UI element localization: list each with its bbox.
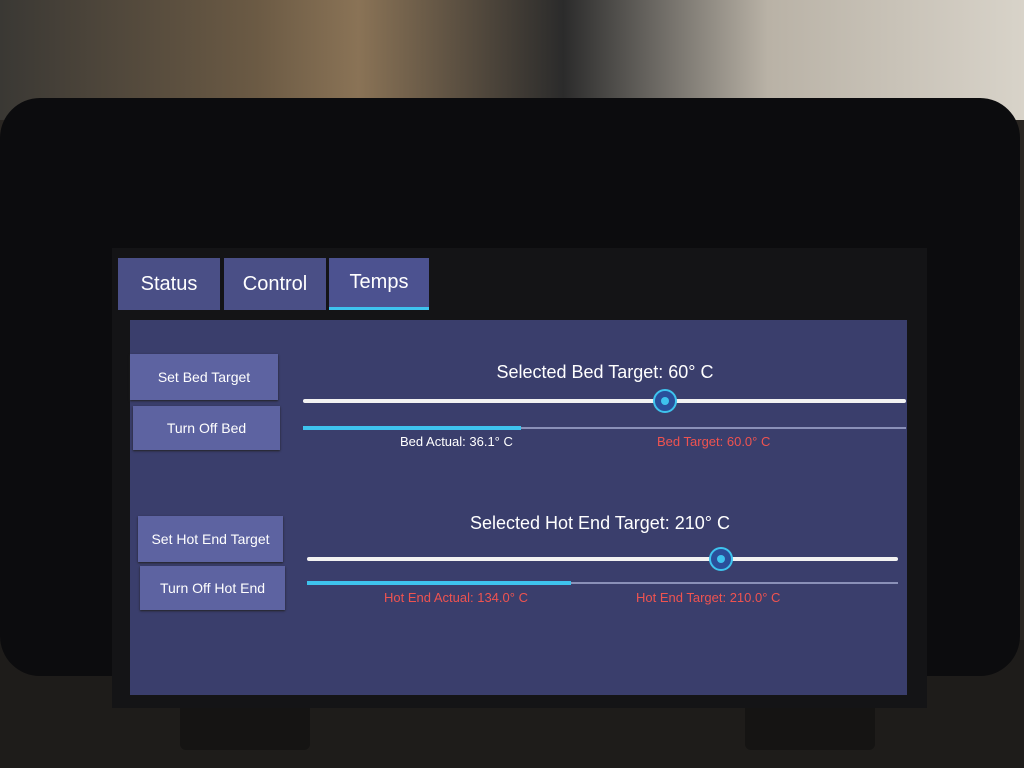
bed-actual-progress-fill bbox=[303, 426, 521, 430]
hotend-slider-thumb[interactable] bbox=[708, 547, 733, 571]
bed-actual-label: Bed Actual: 36.1° C bbox=[400, 434, 513, 449]
set-hotend-target-button[interactable]: Set Hot End Target bbox=[138, 516, 283, 562]
tab-status[interactable]: Status bbox=[118, 258, 220, 310]
hotend-selected-target: Selected Hot End Target: 210° C bbox=[469, 513, 731, 533]
hotend-actual-progress-fill bbox=[307, 581, 571, 585]
tab-control[interactable]: Control bbox=[224, 258, 326, 310]
screen: Status Control Temps Set Bed Target Turn… bbox=[112, 248, 927, 708]
turn-off-hotend-button[interactable]: Turn Off Hot End bbox=[140, 566, 285, 610]
hotend-actual-progress bbox=[307, 581, 898, 585]
hotend-target-label: Hot End Target: 210.0° C bbox=[636, 590, 781, 605]
temps-panel: Set Bed Target Turn Off Bed Selected Bed… bbox=[130, 320, 907, 695]
display-bezel: Status Control Temps Set Bed Target Turn… bbox=[0, 98, 1020, 708]
tab-temps[interactable]: Temps bbox=[329, 258, 429, 310]
bed-target-label: Bed Target: 60.0° C bbox=[657, 434, 771, 449]
hotend-target-slider[interactable] bbox=[307, 547, 898, 571]
set-bed-target-button[interactable]: Set Bed Target bbox=[130, 354, 278, 400]
hotend-actual-label: Hot End Actual: 134.0° C bbox=[384, 590, 528, 605]
bed-target-slider[interactable] bbox=[303, 389, 906, 413]
bed-selected-target: Selected Bed Target: 60° C bbox=[496, 362, 714, 382]
turn-off-bed-button[interactable]: Turn Off Bed bbox=[133, 406, 280, 450]
bed-slider-thumb[interactable] bbox=[652, 389, 677, 413]
bed-actual-progress bbox=[303, 426, 906, 430]
